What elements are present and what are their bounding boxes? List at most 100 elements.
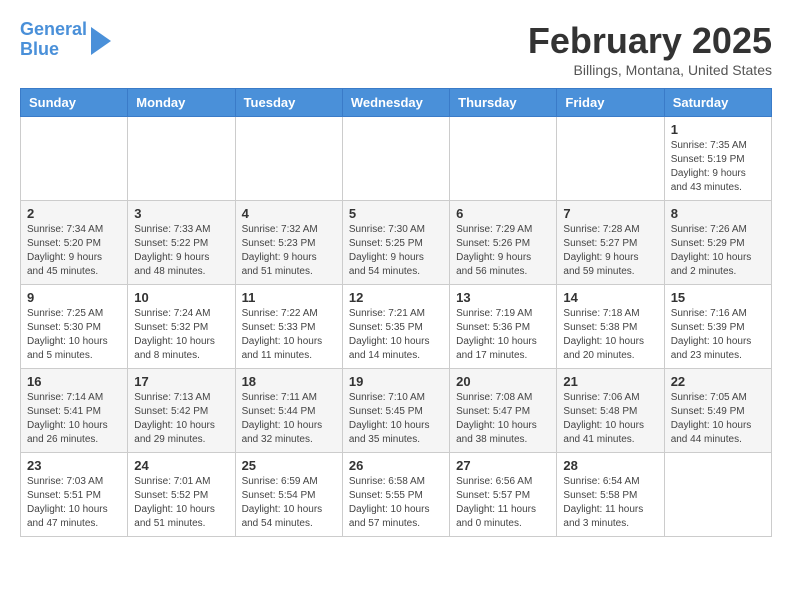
- day-info: Sunrise: 7:10 AM Sunset: 5:45 PM Dayligh…: [349, 391, 443, 447]
- column-header-sunday: Sunday: [21, 89, 128, 117]
- day-number: 3: [134, 206, 228, 221]
- calendar-cell: 11 Sunrise: 7:22 AM Sunset: 5:33 PM Dayli…: [235, 285, 342, 369]
- column-header-tuesday: Tuesday: [235, 89, 342, 117]
- day-info: Sunrise: 7:05 AM Sunset: 5:49 PM Dayligh…: [671, 391, 765, 447]
- column-header-friday: Friday: [557, 89, 664, 117]
- page-subtitle: Billings, Montana, United States: [528, 62, 772, 78]
- calendar-cell: 23 Sunrise: 7:03 AM Sunset: 5:51 PM Dayli…: [21, 453, 128, 537]
- day-info: Sunrise: 7:28 AM Sunset: 5:27 PM Dayligh…: [563, 223, 657, 279]
- day-info: Sunrise: 7:11 AM Sunset: 5:44 PM Dayligh…: [242, 391, 336, 447]
- calendar-cell: 2Sunrise: 7:34 AM Sunset: 5:20 PM Daylig…: [21, 201, 128, 285]
- calendar-cell: 16 Sunrise: 7:14 AM Sunset: 5:41 PM Dayli…: [21, 369, 128, 453]
- header: General Blue February 2025 Billings, Mon…: [20, 20, 772, 78]
- calendar-cell: [450, 117, 557, 201]
- page-title: February 2025: [528, 20, 772, 62]
- logo-arrow-icon: [91, 27, 111, 55]
- day-number: 20: [456, 374, 550, 389]
- day-info: Sunrise: 7:06 AM Sunset: 5:48 PM Dayligh…: [563, 391, 657, 447]
- day-number: 1: [671, 122, 765, 137]
- day-number: 17: [134, 374, 228, 389]
- calendar-cell: 25Sunrise: 6:59 AM Sunset: 5:54 PM Dayli…: [235, 453, 342, 537]
- calendar-cell: 12 Sunrise: 7:21 AM Sunset: 5:35 PM Dayli…: [342, 285, 449, 369]
- day-number: 7: [563, 206, 657, 221]
- day-number: 9: [27, 290, 121, 305]
- day-number: 15: [671, 290, 765, 305]
- day-number: 24: [134, 458, 228, 473]
- calendar-cell: 27 Sunrise: 6:56 AM Sunset: 5:57 PM Dayli…: [450, 453, 557, 537]
- calendar-cell: 20 Sunrise: 7:08 AM Sunset: 5:47 PM Dayli…: [450, 369, 557, 453]
- calendar-cell: 9Sunrise: 7:25 AM Sunset: 5:30 PM Daylig…: [21, 285, 128, 369]
- calendar-header-row: SundayMondayTuesdayWednesdayThursdayFrid…: [21, 89, 772, 117]
- day-info: Sunrise: 7:21 AM Sunset: 5:35 PM Dayligh…: [349, 307, 443, 363]
- day-info: Sunrise: 7:35 AM Sunset: 5:19 PM Dayligh…: [671, 139, 765, 195]
- calendar-week-row: 9Sunrise: 7:25 AM Sunset: 5:30 PM Daylig…: [21, 285, 772, 369]
- calendar-cell: 6 Sunrise: 7:29 AM Sunset: 5:26 PM Daylig…: [450, 201, 557, 285]
- day-info: Sunrise: 7:03 AM Sunset: 5:51 PM Dayligh…: [27, 475, 121, 531]
- day-info: Sunrise: 7:18 AM Sunset: 5:38 PM Dayligh…: [563, 307, 657, 363]
- day-number: 4: [242, 206, 336, 221]
- calendar-cell: 24 Sunrise: 7:01 AM Sunset: 5:52 PM Dayli…: [128, 453, 235, 537]
- calendar-cell: 7 Sunrise: 7:28 AM Sunset: 5:27 PM Daylig…: [557, 201, 664, 285]
- column-header-saturday: Saturday: [664, 89, 771, 117]
- calendar-week-row: 1 Sunrise: 7:35 AM Sunset: 5:19 PM Daylig…: [21, 117, 772, 201]
- day-info: Sunrise: 6:58 AM Sunset: 5:55 PM Dayligh…: [349, 475, 443, 531]
- calendar-cell: 19 Sunrise: 7:10 AM Sunset: 5:45 PM Dayli…: [342, 369, 449, 453]
- day-info: Sunrise: 7:32 AM Sunset: 5:23 PM Dayligh…: [242, 223, 336, 279]
- calendar-cell: 3 Sunrise: 7:33 AM Sunset: 5:22 PM Daylig…: [128, 201, 235, 285]
- column-header-wednesday: Wednesday: [342, 89, 449, 117]
- calendar-cell: 28Sunrise: 6:54 AM Sunset: 5:58 PM Dayli…: [557, 453, 664, 537]
- day-number: 28: [563, 458, 657, 473]
- day-number: 10: [134, 290, 228, 305]
- day-number: 14: [563, 290, 657, 305]
- day-info: Sunrise: 7:33 AM Sunset: 5:22 PM Dayligh…: [134, 223, 228, 279]
- day-number: 23: [27, 458, 121, 473]
- calendar-cell: 5 Sunrise: 7:30 AM Sunset: 5:25 PM Daylig…: [342, 201, 449, 285]
- day-info: Sunrise: 7:08 AM Sunset: 5:47 PM Dayligh…: [456, 391, 550, 447]
- day-number: 2: [27, 206, 121, 221]
- day-number: 6: [456, 206, 550, 221]
- calendar-cell: 1 Sunrise: 7:35 AM Sunset: 5:19 PM Daylig…: [664, 117, 771, 201]
- day-info: Sunrise: 7:29 AM Sunset: 5:26 PM Dayligh…: [456, 223, 550, 279]
- day-number: 27: [456, 458, 550, 473]
- day-info: Sunrise: 7:14 AM Sunset: 5:41 PM Dayligh…: [27, 391, 121, 447]
- day-info: Sunrise: 7:13 AM Sunset: 5:42 PM Dayligh…: [134, 391, 228, 447]
- calendar-cell: 18 Sunrise: 7:11 AM Sunset: 5:44 PM Dayli…: [235, 369, 342, 453]
- calendar-cell: 26 Sunrise: 6:58 AM Sunset: 5:55 PM Dayli…: [342, 453, 449, 537]
- day-number: 18: [242, 374, 336, 389]
- day-number: 12: [349, 290, 443, 305]
- day-number: 5: [349, 206, 443, 221]
- calendar-cell: [557, 117, 664, 201]
- day-number: 22: [671, 374, 765, 389]
- calendar-cell: 17 Sunrise: 7:13 AM Sunset: 5:42 PM Dayli…: [128, 369, 235, 453]
- calendar-cell: [342, 117, 449, 201]
- day-info: Sunrise: 7:22 AM Sunset: 5:33 PM Dayligh…: [242, 307, 336, 363]
- day-number: 19: [349, 374, 443, 389]
- day-info: Sunrise: 7:30 AM Sunset: 5:25 PM Dayligh…: [349, 223, 443, 279]
- day-info: Sunrise: 6:56 AM Sunset: 5:57 PM Dayligh…: [456, 475, 550, 531]
- logo: General Blue: [20, 20, 111, 60]
- logo-line1: General: [20, 19, 87, 39]
- calendar-cell: 13 Sunrise: 7:19 AM Sunset: 5:36 PM Dayli…: [450, 285, 557, 369]
- day-info: Sunrise: 6:59 AM Sunset: 5:54 PM Dayligh…: [242, 475, 336, 531]
- calendar-week-row: 2Sunrise: 7:34 AM Sunset: 5:20 PM Daylig…: [21, 201, 772, 285]
- calendar-cell: 10 Sunrise: 7:24 AM Sunset: 5:32 PM Dayli…: [128, 285, 235, 369]
- calendar-cell: 22 Sunrise: 7:05 AM Sunset: 5:49 PM Dayli…: [664, 369, 771, 453]
- day-number: 11: [242, 290, 336, 305]
- day-info: Sunrise: 7:01 AM Sunset: 5:52 PM Dayligh…: [134, 475, 228, 531]
- title-area: February 2025 Billings, Montana, United …: [528, 20, 772, 78]
- day-number: 21: [563, 374, 657, 389]
- column-header-monday: Monday: [128, 89, 235, 117]
- calendar-cell: 14 Sunrise: 7:18 AM Sunset: 5:38 PM Dayli…: [557, 285, 664, 369]
- calendar-week-row: 23 Sunrise: 7:03 AM Sunset: 5:51 PM Dayli…: [21, 453, 772, 537]
- calendar-cell: 4 Sunrise: 7:32 AM Sunset: 5:23 PM Daylig…: [235, 201, 342, 285]
- calendar-cell: 8Sunrise: 7:26 AM Sunset: 5:29 PM Daylig…: [664, 201, 771, 285]
- calendar-cell: [21, 117, 128, 201]
- day-number: 8: [671, 206, 765, 221]
- day-number: 13: [456, 290, 550, 305]
- day-number: 16: [27, 374, 121, 389]
- calendar-cell: [664, 453, 771, 537]
- day-info: Sunrise: 7:24 AM Sunset: 5:32 PM Dayligh…: [134, 307, 228, 363]
- calendar-cell: [235, 117, 342, 201]
- day-number: 26: [349, 458, 443, 473]
- day-info: Sunrise: 7:19 AM Sunset: 5:36 PM Dayligh…: [456, 307, 550, 363]
